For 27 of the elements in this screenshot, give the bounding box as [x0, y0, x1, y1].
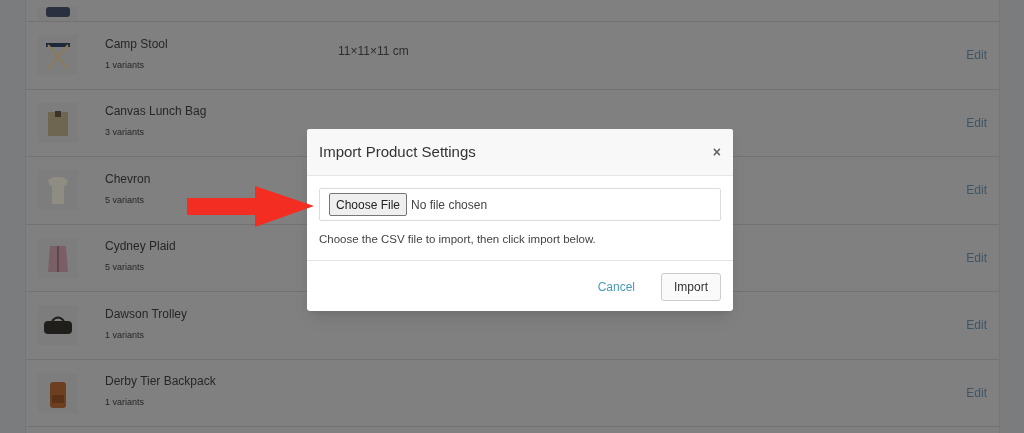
edit-link[interactable]: Edit	[966, 181, 987, 200]
dialog-title: Import Product Settings	[319, 141, 476, 162]
product-name: Chevron	[105, 170, 152, 188]
edit-link[interactable]: Edit	[966, 248, 987, 267]
close-button[interactable]: ×	[712, 141, 721, 163]
cancel-link[interactable]: Cancel	[597, 278, 635, 297]
product-name: Camp Stool	[105, 35, 169, 53]
product-name: Derby Tier Backpack	[105, 373, 217, 390]
edit-link[interactable]: Edit	[966, 383, 987, 402]
import-button[interactable]: Import	[661, 273, 721, 302]
help-text: Choose the CSV file to import, then click import below.	[319, 232, 597, 247]
variant-count: 1 variants	[105, 396, 146, 409]
product-name: Canvas Lunch Bag	[105, 103, 208, 120]
file-input[interactable]: Choose File No file chosen	[319, 188, 721, 221]
choose-file-button[interactable]: Choose File	[329, 193, 408, 216]
variant-count: 5 variants	[105, 261, 146, 274]
variant-count: 1 variants	[105, 328, 146, 342]
product-name: Dawson Trolley	[105, 305, 189, 323]
file-status: No file chosen	[411, 196, 488, 214]
edit-link[interactable]: Edit	[966, 113, 987, 132]
dimensions: 11×11×11 cm	[338, 43, 409, 61]
edit-link[interactable]: Edit	[966, 316, 987, 335]
edit-link[interactable]: Edit	[966, 46, 987, 65]
variant-count: 5 variants	[105, 193, 146, 207]
variant-count: 1 variants	[105, 58, 146, 72]
arrow-icon	[187, 186, 314, 227]
variant-count: 3 variants	[105, 126, 146, 139]
